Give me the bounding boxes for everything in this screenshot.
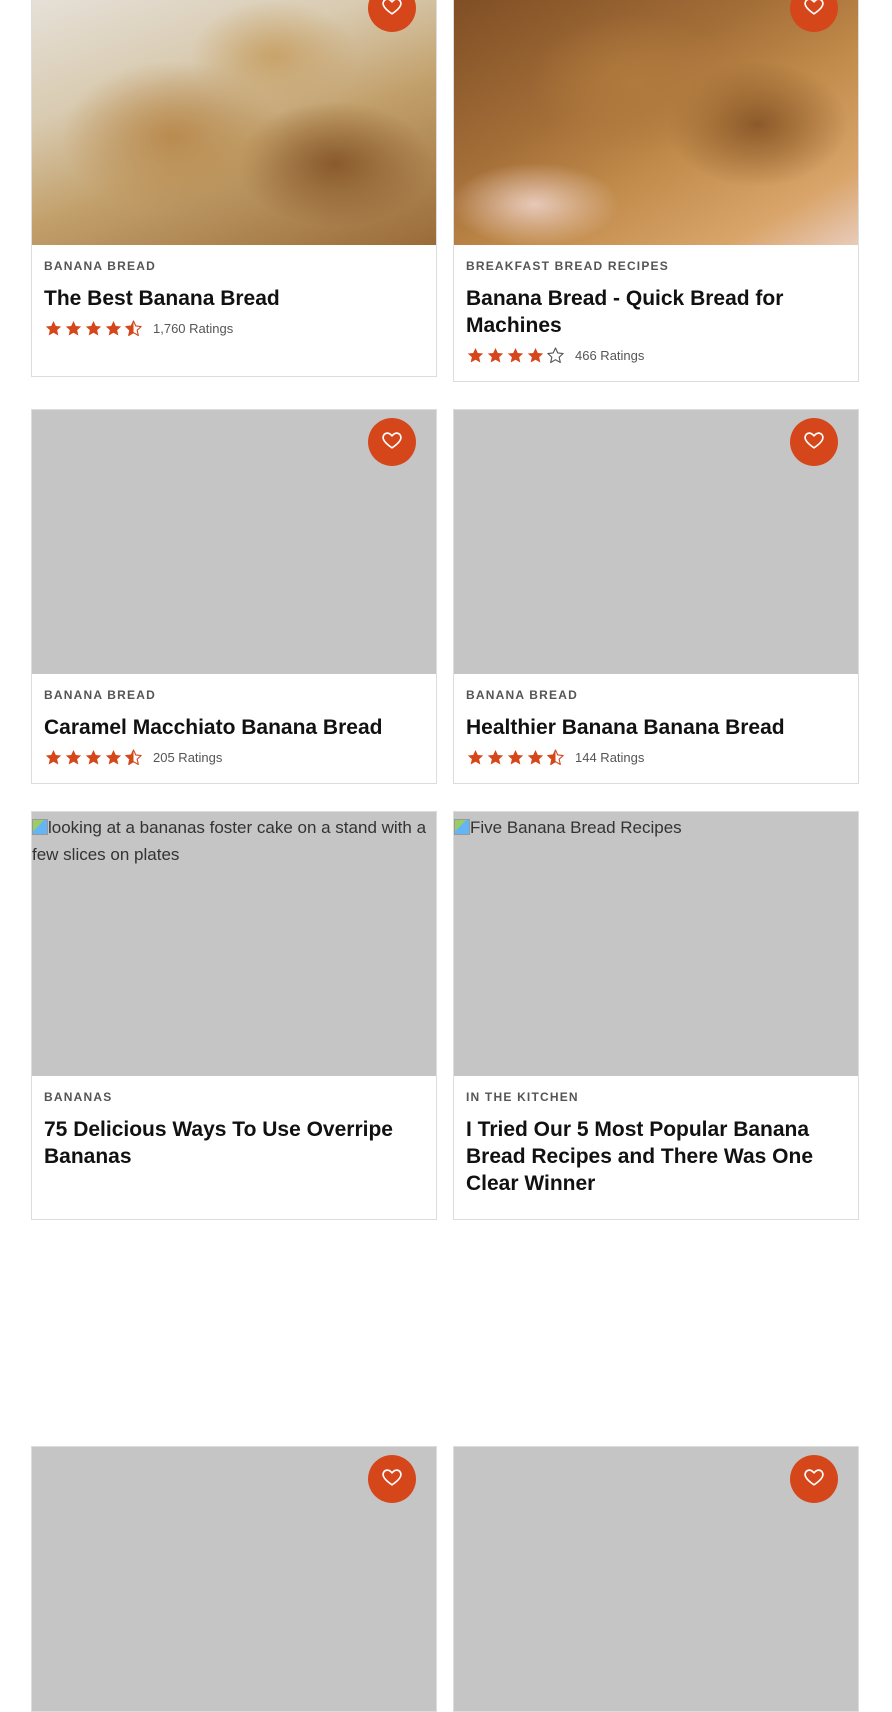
recipe-category[interactable]: BANANA BREAD bbox=[44, 259, 424, 273]
star-rating bbox=[44, 319, 144, 338]
star-full-icon bbox=[65, 749, 82, 764]
article-image[interactable]: Five Banana Bread Recipes bbox=[454, 812, 858, 1076]
recipe-image[interactable] bbox=[32, 0, 436, 245]
star-full-icon bbox=[85, 749, 102, 764]
heart-icon bbox=[803, 1466, 825, 1493]
star-empty-icon bbox=[547, 346, 564, 363]
recipe-title[interactable]: Banana Bread - Quick Bread for Machines bbox=[466, 285, 846, 339]
article-title[interactable]: 75 Delicious Ways To Use Overripe Banana… bbox=[44, 1116, 424, 1170]
recipe-card[interactable] bbox=[31, 1446, 437, 1712]
star-full-icon bbox=[65, 320, 82, 335]
save-favorite-button[interactable] bbox=[790, 418, 838, 466]
star-full-icon bbox=[487, 749, 504, 764]
star-full-icon bbox=[527, 347, 544, 362]
star-full-icon bbox=[467, 749, 484, 764]
heart-icon bbox=[803, 0, 825, 22]
star-half-icon bbox=[125, 748, 142, 765]
image-alt-text: looking at a bananas foster cake on a st… bbox=[32, 818, 427, 864]
broken-image-icon bbox=[32, 819, 48, 835]
article-category[interactable]: BANANAS bbox=[44, 1090, 424, 1104]
article-category[interactable]: IN THE KITCHEN bbox=[466, 1090, 846, 1104]
rating: 466 Ratings bbox=[466, 345, 846, 365]
save-favorite-button[interactable] bbox=[368, 0, 416, 32]
star-rating bbox=[466, 748, 566, 767]
star-half-icon bbox=[125, 319, 142, 336]
save-favorite-button[interactable] bbox=[790, 1455, 838, 1503]
broken-image-icon bbox=[454, 819, 470, 835]
article-card[interactable]: Five Banana Bread Recipes IN THE KITCHEN… bbox=[453, 811, 859, 1220]
star-rating bbox=[466, 346, 566, 365]
recipe-card[interactable]: BANANA BREAD Caramel Macchiato Banana Br… bbox=[31, 409, 437, 784]
star-full-icon bbox=[45, 320, 62, 335]
star-full-icon bbox=[85, 320, 102, 335]
recipe-card[interactable]: BREAKFAST BREAD RECIPES Banana Bread - Q… bbox=[453, 0, 859, 382]
recipe-card[interactable] bbox=[453, 1446, 859, 1712]
ratings-count: 205 Ratings bbox=[153, 749, 223, 765]
rating: 1,760 Ratings bbox=[44, 318, 424, 338]
recipe-image[interactable] bbox=[454, 1447, 858, 1711]
save-favorite-button[interactable] bbox=[790, 0, 838, 32]
save-favorite-button[interactable] bbox=[368, 1455, 416, 1503]
recipe-image[interactable] bbox=[454, 410, 858, 674]
heart-icon bbox=[381, 0, 403, 22]
star-full-icon bbox=[507, 749, 524, 764]
recipe-category[interactable]: BANANA BREAD bbox=[466, 688, 846, 702]
article-title[interactable]: I Tried Our 5 Most Popular Banana Bread … bbox=[466, 1116, 846, 1197]
rating: 205 Ratings bbox=[44, 747, 424, 767]
article-card[interactable]: looking at a bananas foster cake on a st… bbox=[31, 811, 437, 1220]
ratings-count: 1,760 Ratings bbox=[153, 320, 234, 336]
save-favorite-button[interactable] bbox=[368, 418, 416, 466]
star-full-icon bbox=[105, 320, 122, 335]
recipe-card[interactable]: BANANA BREAD The Best Banana Bread 1,760… bbox=[31, 0, 437, 377]
heart-icon bbox=[803, 429, 825, 456]
recipe-title[interactable]: The Best Banana Bread bbox=[44, 285, 424, 312]
heart-icon bbox=[381, 429, 403, 456]
star-full-icon bbox=[105, 749, 122, 764]
image-alt-text: Five Banana Bread Recipes bbox=[454, 812, 682, 841]
star-full-icon bbox=[467, 347, 484, 362]
recipe-title[interactable]: Caramel Macchiato Banana Bread bbox=[44, 714, 424, 741]
star-half-icon bbox=[547, 748, 564, 765]
recipe-image[interactable] bbox=[32, 1447, 436, 1711]
ratings-count: 144 Ratings bbox=[575, 749, 645, 765]
recipe-image[interactable] bbox=[32, 410, 436, 674]
recipe-category[interactable]: BREAKFAST BREAD RECIPES bbox=[466, 259, 846, 273]
heart-icon bbox=[381, 1466, 403, 1493]
article-image[interactable]: looking at a bananas foster cake on a st… bbox=[32, 812, 436, 1076]
star-rating bbox=[44, 748, 144, 767]
star-full-icon bbox=[507, 347, 524, 362]
rating: 144 Ratings bbox=[466, 747, 846, 767]
star-full-icon bbox=[527, 749, 544, 764]
recipe-card[interactable]: BANANA BREAD Healthier Banana Banana Bre… bbox=[453, 409, 859, 784]
ratings-count: 466 Ratings bbox=[575, 347, 645, 363]
recipe-title[interactable]: Healthier Banana Banana Bread bbox=[466, 714, 846, 741]
recipe-category[interactable]: BANANA BREAD bbox=[44, 688, 424, 702]
recipe-image[interactable] bbox=[454, 0, 858, 245]
star-full-icon bbox=[487, 347, 504, 362]
star-full-icon bbox=[45, 749, 62, 764]
